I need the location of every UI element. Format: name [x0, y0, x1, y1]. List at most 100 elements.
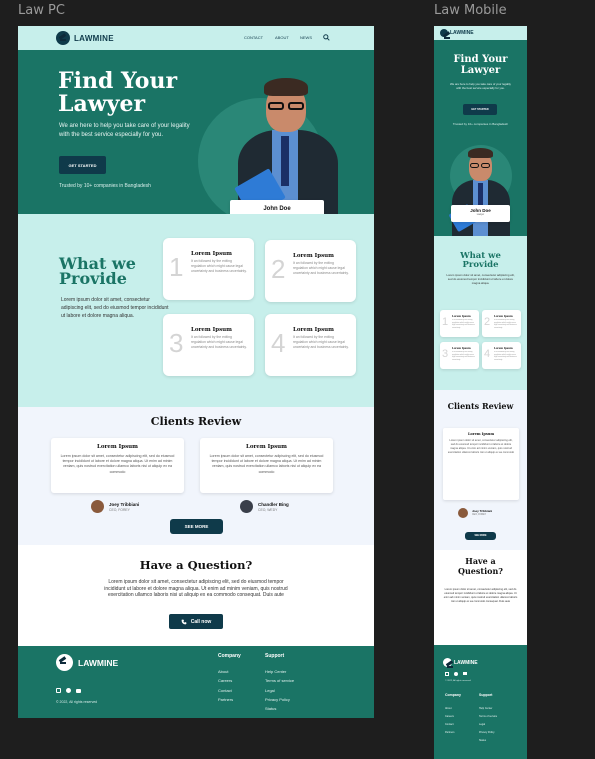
footer-link-about[interactable]: About: [218, 667, 233, 676]
card-title: Lorem Ipsum: [494, 347, 513, 350]
footer-link-help-center[interactable]: Help Center: [265, 667, 294, 676]
search-icon[interactable]: [323, 34, 330, 41]
mobile-get-started-button[interactable]: GET STARTED: [463, 104, 497, 115]
footer-link-help-center[interactable]: Help Center: [479, 705, 497, 713]
footer-link-privacy[interactable]: Privacy Policy: [479, 729, 497, 737]
footer-support-heading: Support: [265, 653, 285, 659]
footer-link-contact[interactable]: Contact: [218, 686, 233, 695]
footer-link-careers[interactable]: Careers: [445, 713, 454, 721]
instagram-icon[interactable]: [56, 688, 61, 693]
card-text: It an followed by the exiting regulation…: [293, 335, 349, 350]
footer-company-heading: Company: [218, 653, 241, 659]
get-started-button[interactable]: GET STARTED: [59, 156, 106, 174]
footer-logo[interactable]: LAWMINE: [56, 654, 118, 671]
gavel-logo-icon: [56, 654, 73, 671]
reviewer-name: Chandler Bing: [258, 502, 289, 507]
footer-link-status[interactable]: Status: [265, 704, 294, 713]
nav-contact[interactable]: CONTACT: [244, 35, 263, 40]
card-number: 3: [442, 348, 449, 360]
card-title: Lorem Ipsum: [293, 253, 335, 259]
hero-subtitle: We are here to help you take care of you…: [59, 123, 190, 138]
call-now-label: Call now: [190, 618, 212, 625]
footer-link-status[interactable]: Status: [479, 737, 497, 745]
reviewer-role: CEO, FOREY: [472, 514, 487, 516]
mobile-frame: LAWMINE Find Your Lawyer We are here to …: [434, 26, 527, 759]
instagram-icon[interactable]: [445, 672, 449, 676]
gavel-logo-icon: [440, 29, 450, 39]
provide-card: 1 Lorem Ipsum It an followed by the exit…: [163, 238, 254, 300]
footer-link-partners[interactable]: Partners: [445, 729, 454, 737]
mobile-hero-title-line1: Find Your: [453, 54, 508, 65]
mobile-footer-company-heading: Company: [445, 693, 461, 697]
footer-company-links: About Careers Contact Partners: [218, 667, 233, 704]
pc-logo[interactable]: LAWMINE: [56, 31, 114, 45]
avatar: [240, 500, 253, 513]
footer-brand-name: LAWMINE: [78, 657, 119, 668]
mobile-review-card: Lorem Ipsum Lorem ipsum dolor sit amet, …: [443, 428, 519, 500]
card-number: 2: [271, 254, 286, 284]
footer-link-privacy[interactable]: Privacy Policy: [265, 695, 294, 704]
footer-link-careers[interactable]: Careers: [218, 676, 233, 685]
footer-link-terms[interactable]: Terms of service: [265, 676, 294, 685]
pc-question-section: Have a Question? Lorem ipsum dolor sit a…: [18, 545, 374, 646]
phone-icon: [181, 619, 187, 624]
card-number: 4: [484, 348, 491, 360]
twitter-icon[interactable]: [66, 688, 71, 693]
pc-provide-section: What we Provide Lorem ipsum dolor sit am…: [18, 214, 374, 407]
mobile-lawyer-name: John Doe: [470, 208, 491, 213]
nav-news[interactable]: NEWS: [300, 35, 312, 40]
footer-link-terms[interactable]: Terms of service: [479, 713, 497, 721]
card-number: 1: [169, 252, 184, 282]
frame-label-pc: Law PC: [18, 3, 65, 18]
footer-link-legal[interactable]: Legal: [265, 686, 294, 695]
hero-title-line1: Find Your: [58, 68, 178, 94]
call-now-button[interactable]: Call now: [169, 614, 223, 629]
mobile-question-title: Have a Question?: [434, 556, 527, 576]
mobile-question-text: Lorem ipsum dolor sit amet, consectetur …: [443, 588, 518, 603]
mobile-provide-title-line2: Provide: [462, 260, 499, 270]
twitter-icon[interactable]: [454, 672, 458, 676]
see-more-button[interactable]: SEE MORE: [170, 519, 223, 534]
mobile-lawyer-card: John Doe Lawyer: [451, 205, 510, 222]
card-text: It an followed by the exiting regulation…: [293, 261, 349, 276]
mobile-footer-socials: [445, 672, 467, 676]
mobile-footer-company-links: About Careers Contact Partners: [445, 705, 454, 737]
mobile-navbar: LAWMINE: [434, 26, 527, 40]
card-text: It an followed by the exiting regulation…: [494, 319, 517, 329]
mobile-hero-title: Find Your Lawyer: [434, 54, 527, 76]
card-title: Lorem Ipsum: [452, 347, 471, 350]
footer-link-about[interactable]: About: [445, 705, 454, 713]
mobile-footer-support-heading: Support: [479, 693, 493, 697]
gavel-logo-icon: [443, 658, 453, 668]
provide-card: 3 Lorem Ipsum It an followed by the exit…: [163, 314, 254, 376]
reviewer-role: CEO, FOREY: [109, 508, 130, 512]
pc-review-section: Clients Review Lorem Ipsum Lorem ipsum d…: [18, 407, 374, 545]
footer-link-partners[interactable]: Partners: [218, 695, 233, 704]
mobile-logo[interactable]: LAWMINE: [440, 29, 474, 39]
mobile-see-more-button[interactable]: SEE MORE: [465, 532, 496, 540]
review-card-title: Lorem Ipsum: [96, 444, 138, 450]
mobile-provide-section: What we Provide Lorem ipsum dolor sit am…: [434, 236, 527, 416]
frame-label-mobile: Law Mobile: [434, 3, 507, 18]
card-title: Lorem Ipsum: [191, 327, 233, 333]
review-card-title: Lorem Ipsum: [467, 432, 495, 436]
pc-frame: LAWMINE CONTACT ABOUT NEWS Find Your Law…: [18, 26, 374, 718]
mobile-question-title-line1: Have a: [465, 556, 496, 566]
youtube-icon[interactable]: [76, 689, 81, 693]
reviewer-name: Joey Tribbiani: [109, 502, 140, 507]
nav-about[interactable]: ABOUT: [275, 35, 289, 40]
footer-link-legal[interactable]: Legal: [479, 721, 497, 729]
provide-card: 4 Lorem Ipsum It an followed by the exit…: [265, 314, 356, 376]
gavel-logo-icon: [56, 31, 70, 45]
avatar: [91, 500, 104, 513]
card-title: Lorem Ipsum: [452, 315, 471, 318]
mobile-brand-name: LAWMINE: [450, 30, 474, 36]
youtube-icon[interactable]: [463, 672, 467, 675]
card-text: It an followed by the exiting regulation…: [494, 351, 517, 361]
footer-link-contact[interactable]: Contact: [445, 721, 454, 729]
mobile-hero: Find Your Lawyer We are here to help you…: [434, 40, 527, 236]
review-card-text: Lorem ipsum dolor sit amet, consectetur …: [447, 439, 515, 454]
provide-title-line2: Provide: [59, 269, 127, 288]
mobile-footer-logo[interactable]: LAWMINE: [443, 658, 478, 668]
card-number: 1: [442, 316, 449, 328]
